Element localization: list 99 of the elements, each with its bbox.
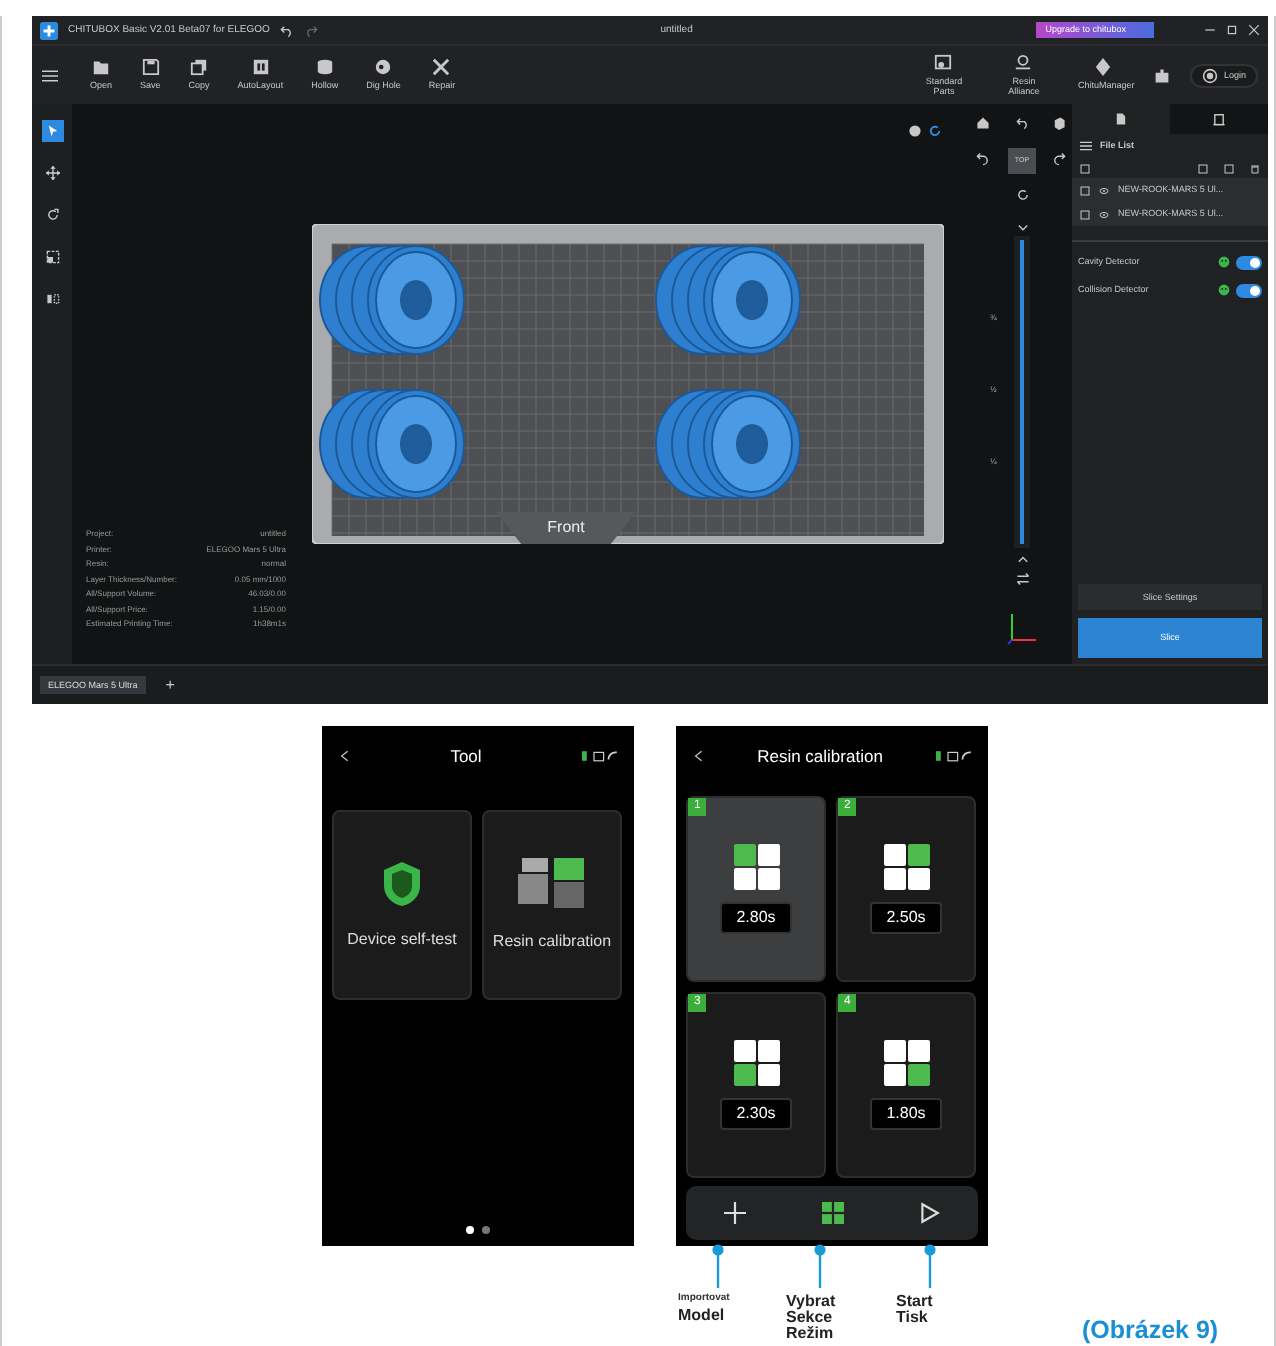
puzzle-icon[interactable]: [1153, 67, 1170, 83]
chevron-up-button[interactable]: [1016, 552, 1030, 566]
refresh-button[interactable]: [928, 124, 942, 138]
user-icon: [1201, 67, 1218, 83]
scale-icon: [45, 250, 59, 264]
cursor-icon: [45, 124, 59, 138]
sphere-icon: [374, 58, 393, 77]
grid-pattern-icon: [733, 844, 779, 890]
home-button[interactable]: [976, 116, 990, 130]
sphere-button[interactable]: [908, 124, 922, 138]
page-dot[interactable]: [482, 1226, 490, 1234]
toggle-switch[interactable]: [1236, 255, 1262, 269]
chevron-down-button[interactable]: [1016, 220, 1030, 234]
tools-icon: [432, 58, 451, 77]
grid-pattern-icon: [733, 1040, 779, 1086]
cylinder-icon: [315, 58, 334, 77]
callout-label: Model: [678, 1307, 725, 1323]
chevron-up-icon: [1016, 552, 1030, 566]
checkbox-icon[interactable]: [1080, 163, 1090, 173]
screen-title: Tool: [448, 743, 484, 769]
grid-pattern-icon: [883, 1040, 929, 1086]
screen-title: Resin calibration: [755, 743, 885, 769]
swap-icon: [1016, 572, 1030, 586]
page-dot[interactable]: [466, 1226, 474, 1234]
chevron-left-icon: [692, 746, 704, 766]
callout-label: Start Tisk: [896, 1294, 933, 1326]
copy-icon: [190, 58, 209, 77]
back-button[interactable]: [692, 746, 704, 766]
printer-icon: [1212, 112, 1226, 126]
mirror-icon: [45, 292, 59, 306]
list-icon: [1080, 140, 1092, 152]
callout-line: [814, 1244, 826, 1288]
add-tab-button[interactable]: +: [161, 675, 179, 695]
play-icon: [918, 1202, 941, 1224]
callout-line: [924, 1244, 936, 1288]
tool-button[interactable]: [41, 246, 63, 268]
exposure-time: 1.80s: [870, 1098, 942, 1130]
redo-icon[interactable]: [303, 23, 318, 37]
chevron-down-icon: [1016, 220, 1030, 234]
folder-icon: [92, 58, 110, 77]
rotate-right-button[interactable]: [1052, 152, 1066, 166]
trash-icon[interactable]: [1250, 163, 1260, 173]
layout-icon: [251, 58, 270, 77]
grid-icon: [821, 1202, 843, 1224]
cube-button[interactable]: [1052, 116, 1066, 130]
restore-icon[interactable]: [1226, 24, 1238, 36]
status-icons-drawing: [582, 750, 618, 762]
tool-button[interactable]: [41, 120, 63, 142]
rotate-icon: [1016, 188, 1030, 202]
sphere-icon: [908, 124, 922, 138]
shield-icon: [382, 859, 422, 907]
status-icons-drawing: [936, 750, 972, 762]
cube-icon: [1052, 116, 1066, 130]
figure-caption: (Obrázek 9): [1082, 1314, 1219, 1346]
grid-pattern-icon: [883, 844, 929, 890]
swap-button[interactable]: [1016, 572, 1030, 586]
diamond-icon: [1094, 58, 1113, 77]
tool-tile[interactable]: Resin calibration: [482, 810, 622, 1000]
eye-icon: [1098, 209, 1110, 219]
parts-icon: [934, 53, 953, 72]
cubes-icon: [516, 857, 588, 909]
layer-slider[interactable]: [1014, 236, 1030, 548]
smiley-icon: [1218, 284, 1230, 296]
tool-button[interactable]: [41, 288, 63, 310]
checkbox-icon: [1080, 185, 1090, 195]
file-icon: [1114, 112, 1128, 126]
undo-button[interactable]: [1016, 116, 1030, 130]
exposure-time: 2.30s: [720, 1098, 792, 1130]
checkbox-icon: [1080, 209, 1090, 219]
menu-icon[interactable]: [42, 67, 58, 83]
rotate-icon: [45, 208, 59, 222]
undo-icon: [1016, 116, 1030, 130]
smiley-icon: [1218, 256, 1230, 268]
eye-icon: [1098, 185, 1110, 195]
home-icon: [976, 116, 990, 130]
undo-icon[interactable]: [279, 23, 294, 37]
rotate-button[interactable]: [1016, 188, 1030, 202]
back-button[interactable]: [338, 746, 350, 766]
import-icon[interactable]: [1198, 163, 1208, 173]
app-logo-icon: [40, 21, 58, 39]
tool-button[interactable]: [41, 162, 63, 184]
callout-line: [712, 1244, 724, 1288]
axes-icon: [1004, 608, 1040, 648]
close-icon[interactable]: [1248, 24, 1260, 36]
refresh-icon: [928, 124, 942, 138]
tool-tile[interactable]: Device self-test: [332, 810, 472, 1000]
chevron-left-icon: [338, 746, 350, 766]
exposure-time: 2.50s: [870, 902, 942, 934]
rotate-right-icon: [1052, 152, 1066, 166]
callout-label: Vybrat Sekce Režim: [786, 1294, 836, 1342]
exposure-time: 2.80s: [720, 902, 792, 934]
move-icon: [45, 166, 59, 180]
copy-icon[interactable]: [1224, 163, 1234, 173]
bottle-icon: [1014, 53, 1033, 72]
rotate-left-icon: [976, 152, 990, 166]
minimize-icon[interactable]: [1204, 24, 1216, 36]
rotate-left-button[interactable]: [976, 152, 990, 166]
plus-icon: [723, 1202, 746, 1224]
toggle-switch[interactable]: [1236, 283, 1262, 297]
